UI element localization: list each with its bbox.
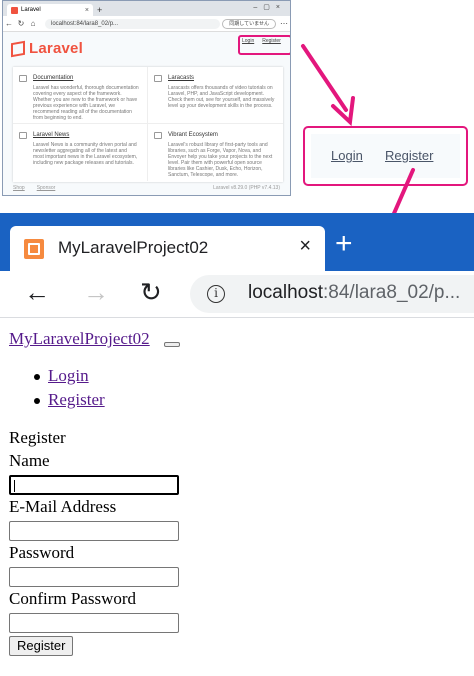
password-label: Password <box>9 543 75 562</box>
confirm-password-label: Confirm Password <box>9 589 137 608</box>
card-header: Register <box>9 428 66 447</box>
mini-tab[interactable]: Laravel × <box>7 4 93 16</box>
forward-arrow-icon[interactable]: → <box>83 277 109 307</box>
register-page: MyLaravelProject02 Login Register Regist… <box>0 318 474 676</box>
globe-icon <box>154 132 162 139</box>
brand-link[interactable]: MyLaravelProject02 <box>9 329 150 349</box>
mini-card-laravel-news: Laravel News Laravel News is a community… <box>13 124 148 181</box>
zoom-login-link[interactable]: Login <box>331 148 363 163</box>
address-bar: ← → ↻ i localhost:84/lara8_02/p... <box>0 271 474 318</box>
arrowhead-to-zoom <box>331 96 355 127</box>
name-input[interactable] <box>9 475 179 495</box>
mini-highlight-box <box>238 35 290 55</box>
arrow-to-zoom <box>301 44 348 112</box>
mini-shop-link[interactable]: Shop <box>13 185 25 191</box>
mini-card-laracasts: Laracasts Laracasts offers thousands of … <box>148 67 283 124</box>
chat-icon <box>19 132 27 139</box>
mini-window-controls[interactable]: –▢× <box>253 3 286 11</box>
new-tab-icon[interactable]: + <box>335 229 353 259</box>
mini-url-field[interactable]: localhost:84/lara8_02/p... <box>45 18 221 29</box>
xampp-favicon-icon <box>24 239 44 259</box>
mini-version: Laravel v8.29.0 (PHP v7.4.13) <box>213 185 280 191</box>
mini-feature-card: Documentation Laravel has wonderful, tho… <box>13 67 283 182</box>
email-label: E-Mail Address <box>9 497 117 516</box>
mini-home-icon[interactable]: ⌂ <box>27 19 39 28</box>
mini-sponsor-link[interactable]: Sponsor <box>37 185 56 191</box>
tab-title: MyLaravelProject02 <box>58 238 209 257</box>
browser-tab-bar: MyLaravelProject02 × + <box>0 213 474 271</box>
mini-card-documentation: Documentation Laravel has wonderful, tho… <box>13 67 148 124</box>
zoom-register-link[interactable]: Register <box>385 148 433 163</box>
tab-close-icon[interactable]: × <box>299 235 311 258</box>
mini-sync-status[interactable]: 同期していません <box>222 18 276 29</box>
register-button[interactable]: Register <box>9 636 74 656</box>
mini-menu-icon[interactable]: ⋯ <box>278 19 290 28</box>
mini-tab-bar: Laravel × + –▢× <box>3 1 290 16</box>
url-field[interactable]: i localhost:84/lara8_02/p... <box>190 275 474 313</box>
register-link[interactable]: Register <box>48 390 105 409</box>
mini-laravel-logo: Laravel <box>11 40 83 57</box>
nav-item-login: Login <box>34 366 105 386</box>
login-link[interactable]: Login <box>48 366 89 385</box>
mini-footer: Shop Sponsor Laravel v8.29.0 (PHP v7.4.13… <box>13 185 280 191</box>
back-arrow-icon[interactable]: ← <box>24 277 50 307</box>
mini-screenshot: Laravel × + –▢× ← ↻ ⌂ localhost:84/lara8… <box>2 0 291 196</box>
mini-card-ecosystem: Vibrant Ecosystem Laravel's robust libra… <box>148 124 283 181</box>
book-icon <box>19 75 27 82</box>
mini-address-bar: ← ↻ ⌂ localhost:84/lara8_02/p... 同期していませ… <box>3 16 290 32</box>
email-input[interactable] <box>9 521 179 541</box>
info-icon[interactable]: i <box>207 285 225 303</box>
zoom-callout-inner: Login Register <box>311 134 460 178</box>
mini-page-content: Laravel Login Register Documentation Lara… <box>3 32 290 195</box>
reload-icon[interactable]: ↻ <box>140 277 162 307</box>
camera-icon <box>154 75 162 82</box>
password-input[interactable] <box>9 567 179 587</box>
mini-tab-title: Laravel <box>21 7 41 13</box>
zoom-callout: Login Register <box>303 126 468 186</box>
mini-tab-close-icon[interactable]: × <box>85 7 89 14</box>
nav-item-register: Register <box>34 390 105 410</box>
mini-back-icon[interactable]: ← <box>3 19 15 28</box>
url-text: localhost:84/lara8_02/p... <box>248 282 461 303</box>
mini-new-tab-icon[interactable]: + <box>97 4 102 16</box>
auth-nav-list: Login Register <box>34 366 105 414</box>
laravel-logo-icon <box>11 40 25 57</box>
browser-tab[interactable]: MyLaravelProject02 × <box>10 226 325 271</box>
navbar-toggler-button[interactable] <box>164 342 180 347</box>
confirm-password-input[interactable] <box>9 613 179 633</box>
name-label: Name <box>9 451 50 470</box>
mini-reload-icon[interactable]: ↻ <box>15 19 27 28</box>
laravel-favicon-icon <box>11 7 18 14</box>
